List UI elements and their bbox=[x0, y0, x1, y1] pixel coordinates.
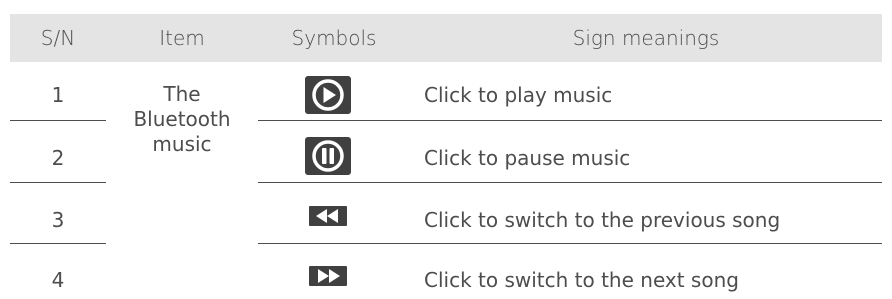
row-4-sn: 4 bbox=[51, 268, 65, 292]
header-sign-meanings: Sign meanings bbox=[572, 26, 720, 50]
row-3-sn: 3 bbox=[51, 208, 65, 232]
row-1-sn: 1 bbox=[51, 83, 65, 107]
play-icon bbox=[305, 76, 351, 114]
divider-row-3 bbox=[258, 243, 882, 244]
header-sn: S/N bbox=[40, 26, 76, 50]
item-bluetooth-music: The Bluetooth music bbox=[133, 82, 231, 156]
row-2-meaning: Click to pause music bbox=[424, 146, 631, 170]
row-1-meaning: Click to play music bbox=[424, 83, 613, 107]
header-symbols: Symbols bbox=[291, 26, 377, 50]
row-4-meaning: Click to switch to the next song bbox=[424, 268, 739, 292]
pause-icon bbox=[305, 137, 351, 175]
table-header: S/N Item Symbols Sign meanings bbox=[10, 14, 882, 62]
header-item: Item bbox=[159, 26, 205, 50]
divider-sn-3 bbox=[10, 243, 106, 244]
previous-song-icon bbox=[309, 206, 347, 226]
divider-row-1 bbox=[258, 120, 882, 121]
row-3-meaning: Click to switch to the previous song bbox=[424, 208, 781, 232]
row-2-sn: 2 bbox=[51, 146, 65, 170]
divider-sn-2 bbox=[10, 182, 106, 183]
next-song-icon bbox=[309, 266, 347, 286]
divider-row-2 bbox=[258, 182, 882, 183]
divider-sn-1 bbox=[10, 120, 106, 121]
